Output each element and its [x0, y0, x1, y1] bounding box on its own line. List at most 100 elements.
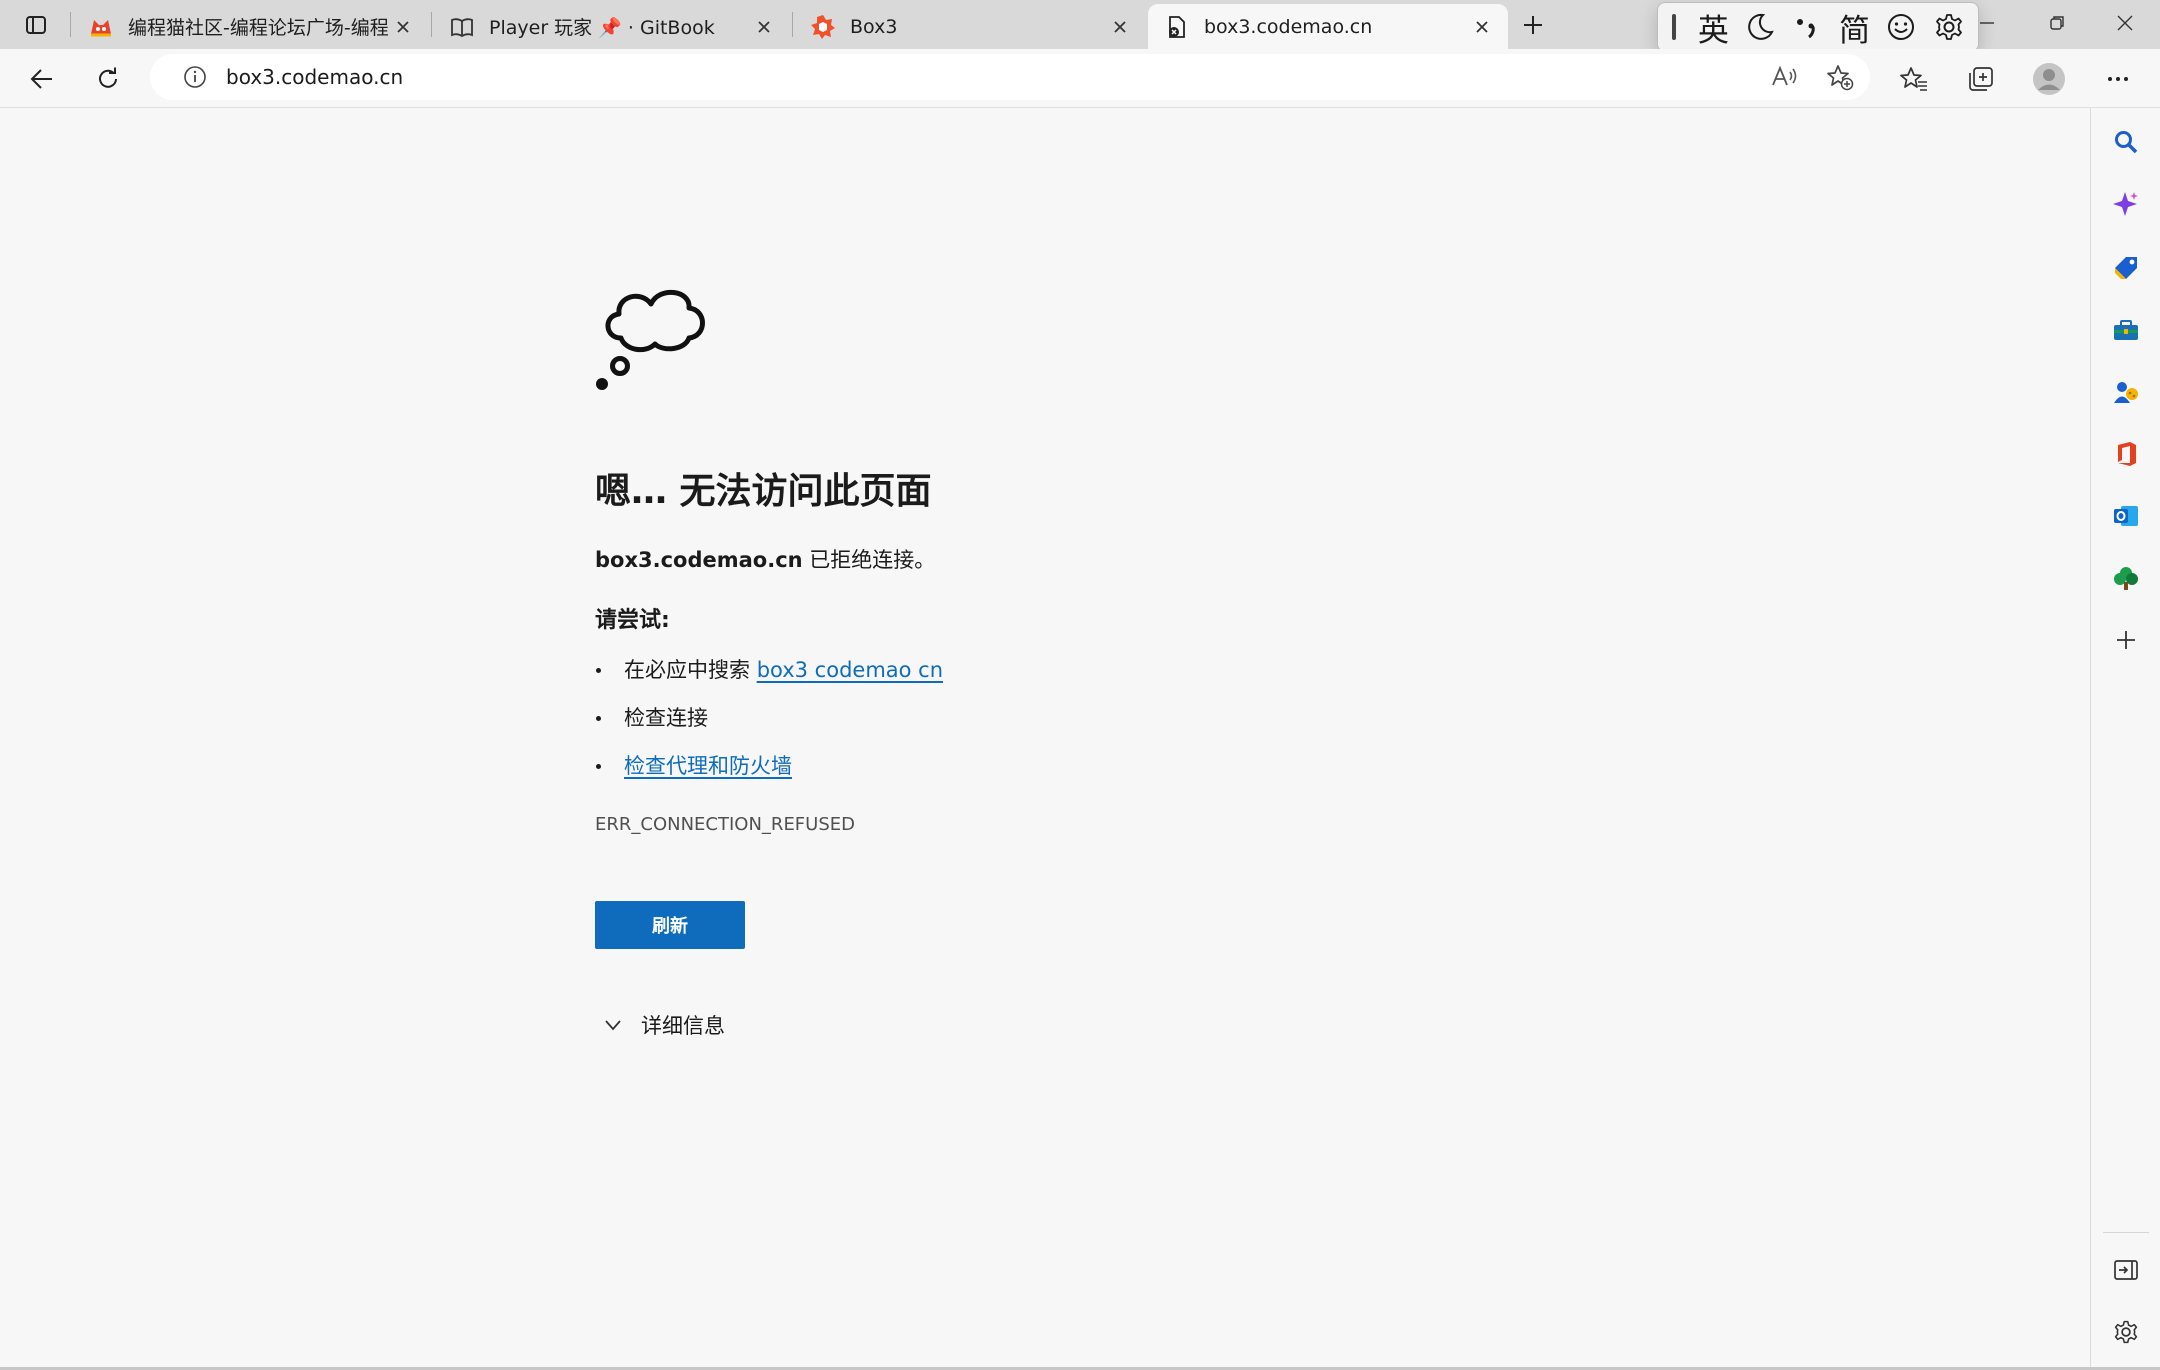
error-code: ERR_CONNECTION_REFUSED — [595, 814, 855, 835]
new-tab-button[interactable] — [1516, 8, 1550, 42]
tab-separator — [792, 12, 793, 37]
more-dots-icon — [2108, 77, 2128, 81]
try-label: 请尝试: — [595, 608, 670, 633]
restore-button[interactable] — [2022, 0, 2092, 46]
page-error-icon — [1164, 14, 1190, 40]
ime-toolbar: 英 简 — [1657, 2, 1979, 52]
address-bar[interactable]: box3.codemao.cn — [150, 54, 1870, 100]
suggestion-search: 在必应中搜索 box3 codemao cn — [595, 652, 943, 700]
outlook-icon — [2114, 506, 2138, 526]
tab-close-button[interactable] — [750, 13, 778, 41]
error-host: box3.codemao.cn — [595, 548, 803, 572]
sidebar-games-button[interactable] — [2104, 370, 2148, 414]
ime-drag-handle[interactable] — [1672, 14, 1676, 40]
restore-icon — [2050, 16, 2064, 30]
tab-codemao-community[interactable]: 编程猫社区-编程论坛广场-编程学 — [72, 4, 429, 49]
tab-close-button[interactable] — [1468, 13, 1496, 41]
ime-emoji-icon[interactable] — [1878, 5, 1925, 49]
office-icon — [2118, 442, 2136, 466]
sidebar-divider — [2103, 1232, 2149, 1233]
avatar-icon — [2033, 63, 2065, 95]
read-aloud-button[interactable] — [1762, 55, 1806, 99]
close-icon — [758, 20, 770, 33]
favorites-button[interactable] — [1892, 57, 1936, 101]
star-add-icon — [1827, 65, 1854, 91]
tree-icon — [2114, 567, 2138, 590]
search-icon — [2115, 131, 2138, 154]
tab-close-button[interactable] — [389, 13, 417, 41]
error-description: box3.codemao.cn 已拒绝连接。 — [595, 544, 935, 574]
games-icon — [2114, 382, 2138, 403]
tab-box3-codemao-active[interactable]: box3.codemao.cn — [1148, 4, 1508, 49]
sidebar-settings-button[interactable] — [2104, 1310, 2148, 1354]
sidebar-add-button[interactable] — [2104, 618, 2148, 662]
page-content: 嗯… 无法访问此页面 box3.codemao.cn 已拒绝连接。 请尝试: 在… — [0, 108, 2090, 1370]
tab-gitbook-player[interactable]: Player 玩家 📌 · GitBook — [433, 4, 790, 49]
tab-box3[interactable]: Box3 — [794, 4, 1146, 49]
gear-icon — [2114, 1320, 2138, 1344]
tab-actions-icon — [26, 16, 46, 34]
suggestion-check-connection: 检查连接 — [595, 700, 943, 748]
sparkle-icon — [2113, 192, 2138, 216]
sidebar-outlook-button[interactable] — [2104, 494, 2148, 538]
back-arrow-icon — [30, 69, 52, 89]
plus-icon — [2117, 631, 2135, 649]
tab-title: Box3 — [850, 15, 898, 38]
read-aloud-icon — [1772, 65, 1797, 86]
browser-toolbar: box3.codemao.cn — [0, 49, 2160, 108]
shopping-tag-icon — [2115, 257, 2137, 279]
close-icon — [1476, 20, 1488, 33]
tab-actions-button[interactable] — [14, 8, 58, 42]
favorites-icon — [1900, 67, 1927, 91]
close-icon — [1114, 20, 1126, 33]
bing-search-link[interactable]: box3 codemao cn — [757, 658, 943, 682]
tab-title: 编程猫社区-编程论坛广场-编程学 — [128, 17, 389, 39]
sidebar-copilot-button[interactable] — [2104, 182, 2148, 226]
sidebar-tools-button[interactable] — [2104, 308, 2148, 352]
ime-settings-gear-icon[interactable] — [1925, 5, 1972, 49]
toolbox-icon — [2114, 320, 2138, 340]
tab-separator — [70, 12, 71, 37]
reload-button[interactable] — [86, 57, 130, 101]
sidebar-search-button[interactable] — [2104, 120, 2148, 164]
check-proxy-firewall-link[interactable]: 检查代理和防火墙 — [624, 754, 792, 778]
address-url[interactable]: box3.codemao.cn — [226, 65, 403, 89]
suggestion-proxy: 检查代理和防火墙 — [595, 748, 943, 796]
minimize-icon — [1980, 22, 1994, 24]
site-info-icon[interactable] — [172, 54, 218, 100]
details-label: 详细信息 — [641, 1014, 725, 1038]
ime-punctuation-icon[interactable] — [1784, 5, 1831, 49]
close-icon — [397, 20, 409, 33]
sidebar-hide-button[interactable] — [2104, 1248, 2148, 1292]
profile-button[interactable] — [2027, 57, 2071, 101]
back-button[interactable] — [20, 57, 64, 101]
ime-language-toggle[interactable]: 英 — [1690, 5, 1737, 49]
close-icon — [2117, 15, 2133, 31]
suggestion-list: 在必应中搜索 box3 codemao cn 检查连接 检查代理和防火墙 — [595, 652, 943, 796]
close-window-button[interactable] — [2090, 0, 2160, 46]
tab-separator — [431, 12, 432, 37]
tab-close-button[interactable] — [1106, 13, 1134, 41]
chevron-down-icon — [599, 1011, 627, 1039]
add-favorite-button[interactable] — [1818, 55, 1862, 99]
ime-moon-icon[interactable] — [1737, 5, 1784, 49]
hide-sidebar-icon — [2114, 1260, 2138, 1280]
collections-icon — [1969, 67, 1993, 91]
collections-button[interactable] — [1959, 57, 2003, 101]
sidebar-office-button[interactable] — [2104, 432, 2148, 476]
sidebar-tree-button[interactable] — [2104, 556, 2148, 600]
ime-script-toggle[interactable]: 简 — [1831, 5, 1878, 49]
details-toggle[interactable]: 详细信息 — [599, 1010, 725, 1040]
tab-title: Player 玩家 📌 · GitBook — [489, 17, 715, 39]
box3-logo-icon — [810, 14, 836, 40]
sidebar-shopping-button[interactable] — [2104, 246, 2148, 290]
refresh-button[interactable]: 刷新 — [595, 901, 745, 949]
error-headline: 嗯… 无法访问此页面 — [595, 471, 932, 512]
error-message: 已拒绝连接。 — [802, 548, 936, 572]
edge-sidebar — [2090, 108, 2160, 1370]
settings-more-button[interactable] — [2096, 57, 2140, 101]
tab-title: box3.codemao.cn — [1204, 15, 1373, 38]
thought-cloud-icon — [596, 289, 705, 390]
reload-icon — [99, 67, 117, 88]
book-icon — [449, 14, 475, 40]
